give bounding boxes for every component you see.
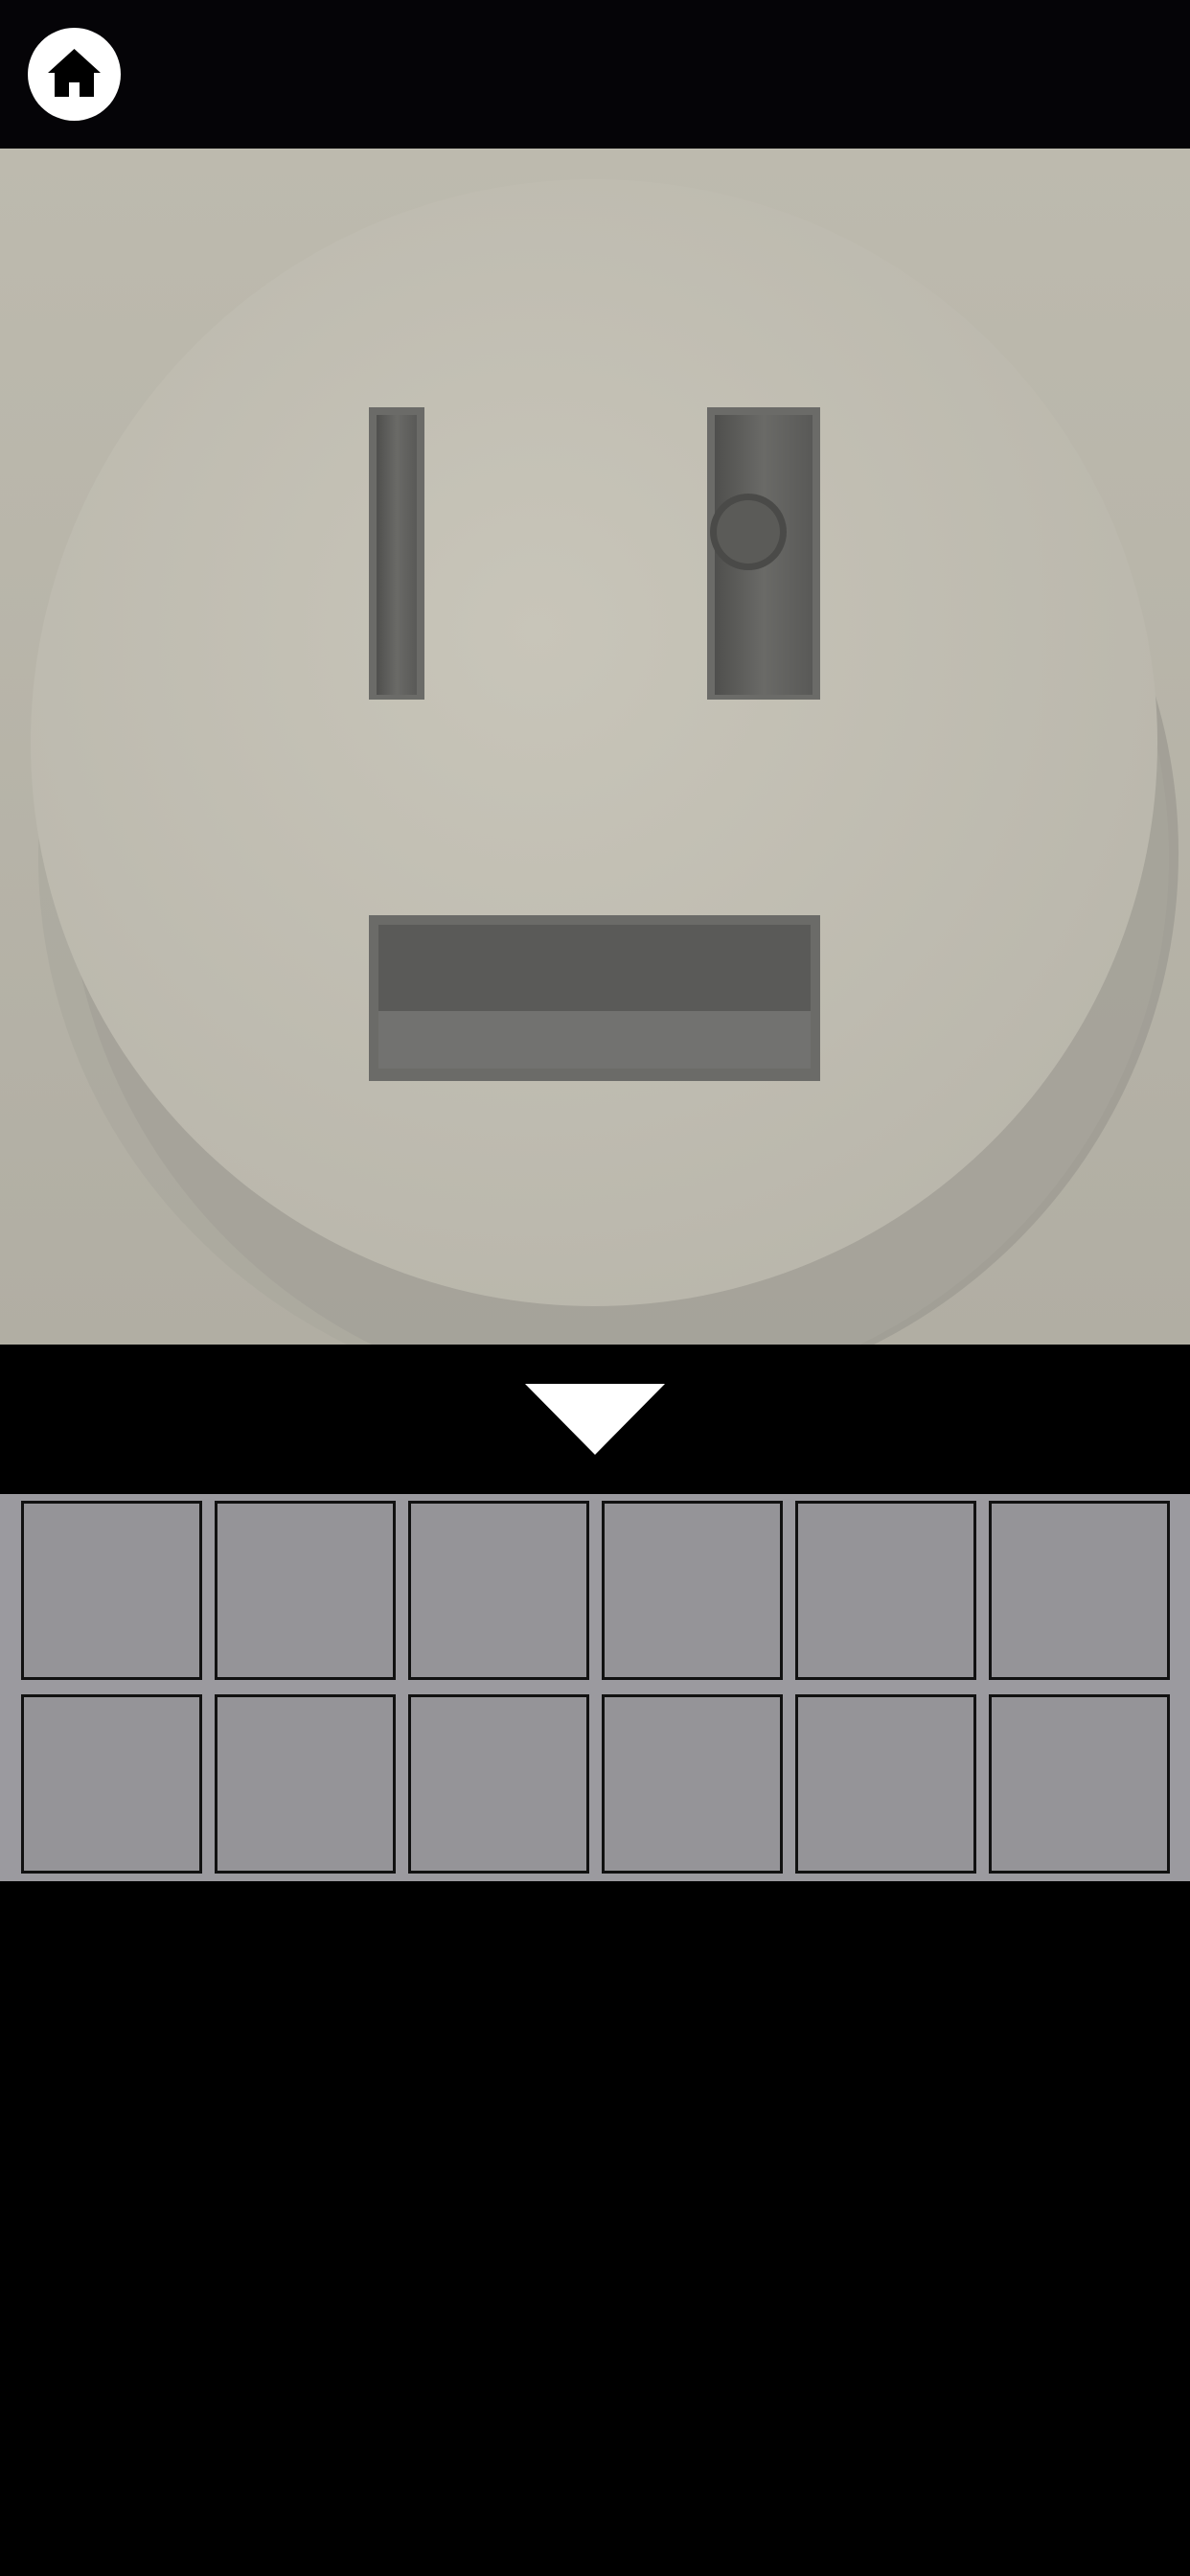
inventory-slot-3[interactable] (408, 1501, 589, 1680)
home-button[interactable] (28, 28, 121, 121)
outlet-face (31, 179, 1157, 1306)
inventory-slot-12[interactable] (989, 1694, 1170, 1874)
inventory-slot-2[interactable] (215, 1501, 396, 1680)
down-triangle-icon[interactable] (525, 1384, 665, 1455)
home-icon (48, 49, 101, 97)
outlet-slot-bottom[interactable] (369, 915, 820, 1081)
inventory-slot-10[interactable] (602, 1694, 783, 1874)
inventory-slot-1[interactable] (21, 1501, 202, 1680)
inventory-slot-11[interactable] (795, 1694, 976, 1874)
bottom-empty-area (0, 1881, 1190, 2576)
outlet-slot-right[interactable] (707, 407, 820, 700)
inventory-slot-6[interactable] (989, 1501, 1170, 1680)
game-scene[interactable] (0, 149, 1190, 1345)
inventory-slot-9[interactable] (408, 1694, 589, 1874)
outlet-slot-left[interactable] (369, 407, 424, 700)
inventory-slot-5[interactable] (795, 1501, 976, 1680)
inventory-slot-8[interactable] (215, 1694, 396, 1874)
top-bar (0, 0, 1190, 149)
outlet-illustration (0, 149, 1190, 1345)
inventory-slot-7[interactable] (21, 1694, 202, 1874)
inventory-panel (0, 1494, 1190, 1881)
inventory-slot-4[interactable] (602, 1501, 783, 1680)
